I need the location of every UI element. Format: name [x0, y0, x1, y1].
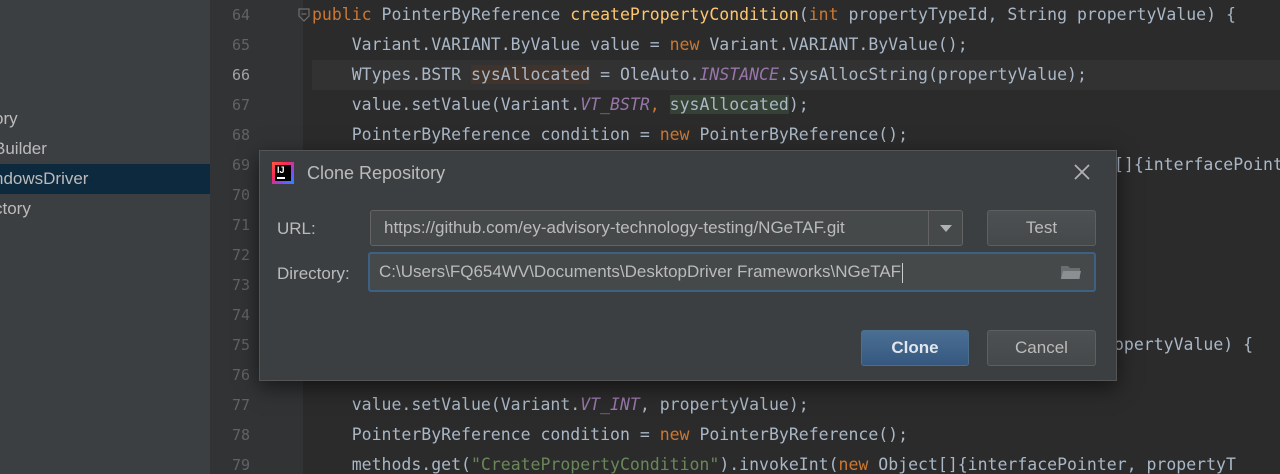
line-number: 75: [231, 336, 250, 354]
clone-button[interactable]: Clone: [861, 330, 969, 366]
clone-repository-dialog: IJ Clone Repository URL: https://github.…: [259, 150, 1117, 381]
text-caret: [902, 262, 904, 283]
code-line-75-tail: opertyValue) {: [1114, 335, 1254, 354]
code-line-66-current: WTypes.BSTR sysAllocated = OleAuto.INSTA…: [312, 60, 1280, 90]
line-number: 79: [231, 456, 250, 474]
directory-field[interactable]: C:\Users\FQ654WV\Documents\DesktopDriver…: [368, 252, 1096, 292]
tree-item-1[interactable]: Builder: [0, 134, 210, 164]
tree-item-0[interactable]: ory: [0, 104, 210, 134]
test-button[interactable]: Test: [987, 210, 1096, 246]
line-number: 74: [231, 306, 250, 324]
fold-marker-icon[interactable]: [298, 8, 310, 22]
line-number: 64: [231, 6, 250, 24]
code-line-77: value.setValue(Variant.VT_INT, propertyV…: [312, 395, 809, 414]
code-line-67: value.setValue(Variant.VT_BSTR, sysAlloc…: [312, 95, 809, 114]
line-number: 78: [231, 426, 250, 444]
intellij-logo-icon: IJ: [272, 162, 294, 184]
close-icon[interactable]: [1070, 160, 1094, 184]
line-number-current: 66: [231, 66, 250, 84]
code-line-68: PointerByReference condition = new Point…: [312, 125, 909, 144]
line-number: 65: [231, 36, 250, 54]
code-line-65: Variant.VARIANT.ByValue value = new Vari…: [312, 35, 968, 54]
url-dropdown-button[interactable]: [928, 211, 962, 245]
code-line-69-tail: []{interfacePoint: [1114, 155, 1280, 174]
code-line-78: PointerByReference condition = new Point…: [312, 425, 909, 444]
line-number: 71: [231, 216, 250, 234]
tree-item-selected[interactable]: ndowsDriver: [0, 164, 210, 194]
line-number: 76: [231, 366, 250, 384]
code-line-64: public PointerByReference createProperty…: [312, 5, 1236, 24]
directory-label: Directory:: [277, 264, 350, 283]
project-tree-panel: ory Builder ndowsDriver ctory: [0, 0, 210, 474]
cancel-button[interactable]: Cancel: [987, 330, 1096, 366]
folder-icon[interactable]: [1060, 263, 1082, 281]
url-input[interactable]: https://github.com/ey-advisory-technolog…: [384, 211, 845, 245]
line-number: 69: [231, 156, 250, 174]
code-line-79: methods.get("CreatePropertyCondition").i…: [312, 455, 1236, 474]
directory-input[interactable]: C:\Users\FQ654WV\Documents\DesktopDriver…: [379, 254, 904, 290]
url-combobox[interactable]: https://github.com/ey-advisory-technolog…: [370, 210, 963, 246]
tree-item-3[interactable]: ctory: [0, 194, 210, 224]
line-number: 72: [231, 246, 250, 264]
chevron-down-icon: [940, 225, 952, 232]
url-label: URL:: [277, 219, 316, 238]
dialog-title: Clone Repository: [307, 163, 446, 183]
line-number: 68: [231, 126, 250, 144]
line-number: 67: [231, 96, 250, 114]
line-number: 77: [231, 396, 250, 414]
line-number: 70: [231, 186, 250, 204]
line-number: 73: [231, 276, 250, 294]
